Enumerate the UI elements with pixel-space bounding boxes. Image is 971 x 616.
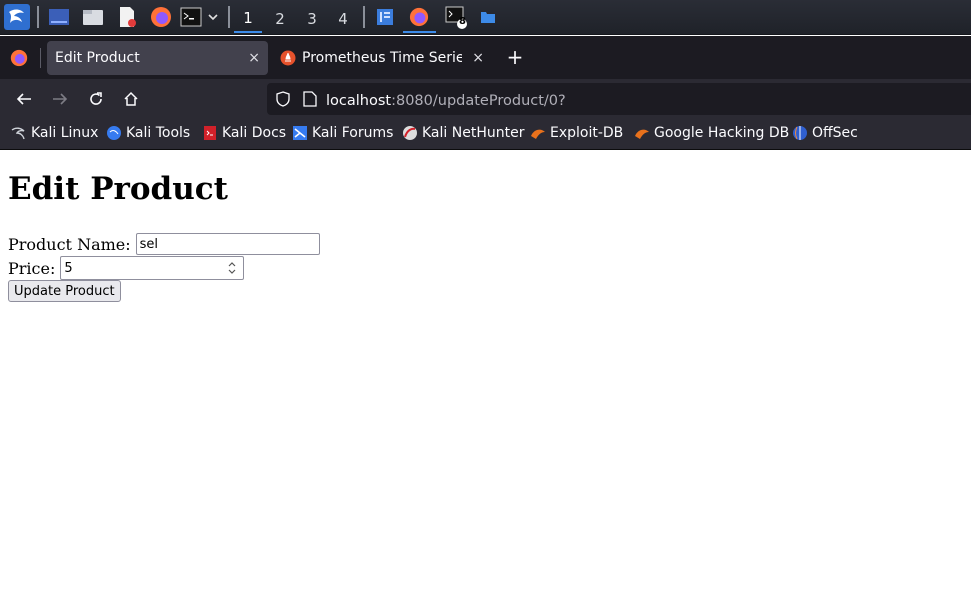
nethunter-icon <box>402 125 418 141</box>
bookmark-label: Kali Docs <box>222 125 287 141</box>
shield-icon[interactable] <box>275 91 291 107</box>
window-terminal-icon[interactable]: 8 <box>444 5 470 29</box>
window-notes-icon[interactable] <box>374 5 396 29</box>
bookmark-label: Kali Linux <box>31 125 99 141</box>
update-product-button[interactable]: Update Product <box>8 280 121 302</box>
tab-prometheus[interactable]: Prometheus Time Series C × <box>272 41 492 75</box>
product-name-label: Product Name: <box>8 234 131 254</box>
bookmark-exploit-db[interactable]: Exploit-DB <box>530 125 623 141</box>
workspace-1[interactable]: 1 <box>234 5 262 33</box>
terminal-launcher-icon[interactable] <box>179 5 203 29</box>
bookmark-label: Kali NetHunter <box>422 125 525 141</box>
back-button[interactable] <box>12 88 36 110</box>
tab-title: Prometheus Time Series C <box>302 50 462 66</box>
kali-dragon-icon <box>11 125 27 141</box>
bookmark-kali-nethunter[interactable]: Kali NetHunter <box>402 125 524 141</box>
bookmarks-toolbar: Kali Linux Kali Tools Kali Docs Kali For… <box>0 119 971 150</box>
prometheus-icon <box>280 50 296 66</box>
kali-forums-icon <box>292 125 308 141</box>
price-label: Price: <box>8 258 56 278</box>
firefox-view-icon[interactable] <box>9 48 29 68</box>
url-path: :8080/updateProduct/0? <box>391 92 566 109</box>
offsec-icon <box>792 125 808 141</box>
text-editor-icon[interactable] <box>116 5 138 29</box>
kali-menu-icon[interactable] <box>4 4 30 30</box>
bookmark-label: Kali Forums <box>312 125 394 141</box>
window-folder-icon[interactable] <box>477 5 499 29</box>
kali-tools-icon <box>106 125 122 141</box>
workspace-2[interactable]: 2 <box>266 5 294 33</box>
new-tab-button[interactable]: + <box>505 45 525 69</box>
firefox-launcher-icon[interactable] <box>149 5 173 29</box>
url-text: localhost:8080/updateProduct/0? <box>326 90 566 109</box>
product-name-input[interactable] <box>135 233 320 255</box>
terminal-count-badge: 8 <box>459 16 466 27</box>
url-bar[interactable]: localhost:8080/updateProduct/0? <box>267 83 971 115</box>
tab-title: Edit Product <box>55 50 140 66</box>
navigation-toolbar: localhost:8080/updateProduct/0? <box>0 79 971 119</box>
price-stepper[interactable] <box>60 256 245 280</box>
exploit-db-icon <box>530 125 546 141</box>
desktop-panel: 1 2 3 4 8 <box>0 0 971 35</box>
bookmark-kali-linux[interactable]: Kali Linux <box>11 125 98 141</box>
bookmark-label: Kali Tools <box>126 125 191 141</box>
forward-button[interactable] <box>48 88 72 110</box>
show-desktop-icon[interactable] <box>47 5 71 29</box>
close-icon[interactable]: × <box>472 50 484 66</box>
home-button[interactable] <box>119 88 143 110</box>
bookmark-kali-docs[interactable]: Kali Docs <box>202 125 286 141</box>
tab-edit-product[interactable]: Edit Product × <box>47 41 268 75</box>
close-icon[interactable]: × <box>248 50 260 66</box>
page-content: Edit Product Product Name: Price: Update… <box>0 151 971 616</box>
bookmark-label: Google Hacking DB <box>654 125 790 141</box>
bookmark-label: Exploit-DB <box>550 125 624 141</box>
file-manager-icon[interactable] <box>81 5 105 29</box>
bookmark-google-hacking-db[interactable]: Google Hacking DB <box>634 125 789 141</box>
product-name-row: Product Name: <box>8 233 320 255</box>
tab-strip: Edit Product × Prometheus Time Series C … <box>0 36 971 79</box>
bookmark-label: OffSec <box>812 125 858 141</box>
kali-docs-icon <box>202 125 218 141</box>
bookmark-kali-forums[interactable]: Kali Forums <box>292 125 393 141</box>
bookmark-offsec[interactable]: OffSec <box>792 125 858 141</box>
page-title: Edit Product <box>8 171 228 207</box>
window-firefox-icon[interactable] <box>407 5 431 29</box>
reload-button[interactable] <box>84 88 108 110</box>
workspace-4[interactable]: 4 <box>329 5 357 33</box>
chevron-down-icon[interactable] <box>206 5 220 29</box>
bookmark-kali-tools[interactable]: Kali Tools <box>106 125 190 141</box>
page-info-icon[interactable] <box>303 91 317 107</box>
price-input[interactable] <box>61 258 222 279</box>
ghdb-icon <box>634 125 650 141</box>
price-row: Price: <box>8 256 245 280</box>
spinner-icon[interactable] <box>225 259 239 277</box>
url-host: localhost <box>326 92 392 109</box>
workspace-3[interactable]: 3 <box>298 5 326 33</box>
